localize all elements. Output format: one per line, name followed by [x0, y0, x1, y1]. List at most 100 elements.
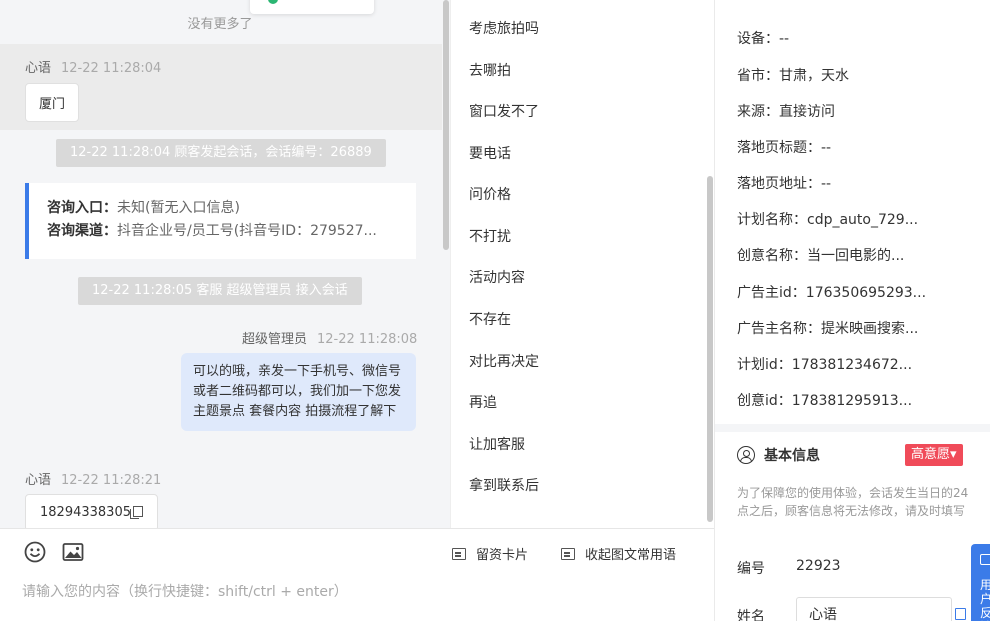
info-row-landing-title: 落地页标题：-- [737, 137, 977, 157]
info-label: 计划id： [737, 357, 792, 373]
phrase-scrollbar[interactable] [707, 176, 713, 522]
success-icon [268, 0, 278, 4]
info-label: 创意id： [737, 393, 792, 409]
info-row-source: 来源：直接访问 [737, 101, 977, 121]
info-value: -- [821, 176, 832, 192]
copy-icon[interactable] [129, 506, 143, 519]
sender-name: 心语 [25, 473, 52, 488]
phone-number: 18294338305 [40, 505, 131, 520]
basic-info-title: 基本信息 [737, 445, 820, 465]
lead-card-button[interactable]: 留资卡片 [452, 544, 528, 563]
chat-panel: 没有更多了 心语 12-22 11:28:04 厦门 12-22 11:28:04… [0, 0, 450, 528]
customer-message[interactable]: 厦门 [25, 83, 80, 122]
basic-info-label: 基本信息 [764, 448, 820, 464]
info-row-creative-name: 创意名称：当一回电影的... [737, 245, 977, 265]
info-row-advertiser-id: 广告主id：176350695293... [737, 282, 977, 302]
smile-icon[interactable] [24, 541, 46, 563]
consult-entry-card: 咨询入口：未知(暂无入口信息) 咨询渠道：抖音企业号/员工号(抖音号ID：279… [25, 183, 416, 259]
info-value: 直接访问 [779, 104, 835, 120]
customer-id-value: 22923 [796, 558, 841, 574]
no-more-hint: 没有更多了 [187, 17, 253, 32]
info-value: 甘肃，天水 [779, 68, 849, 84]
phrase-item[interactable]: 拿到联系后 [469, 475, 539, 495]
info-label: 省市： [737, 68, 779, 84]
caret-down-icon: ▾ [950, 447, 957, 462]
message-composer: 留资卡片 收起图文常用语 [0, 528, 714, 621]
message-input[interactable] [22, 579, 692, 605]
card-icon [452, 548, 466, 560]
system-message: 12-22 11:28:05 客服 超级管理员 接入会话 [78, 277, 362, 305]
info-value: 178381234672... [791, 357, 913, 373]
info-value: 178381295913... [791, 393, 913, 409]
customer-name-input[interactable] [796, 597, 952, 621]
copy-icon[interactable] [955, 608, 966, 620]
channel-value: 抖音企业号/员工号(抖音号ID：279527... [117, 223, 377, 239]
phrase-item[interactable]: 不打扰 [469, 226, 511, 246]
info-row-plan-id: 计划id：178381234672... [737, 354, 977, 374]
info-value: 176350695293... [805, 285, 927, 301]
phrase-item[interactable]: 不存在 [469, 309, 511, 329]
phrase-item[interactable]: 再追 [469, 392, 497, 412]
customer-message[interactable]: 18294338305 [25, 494, 158, 528]
info-value: 当一回电影的... [807, 248, 905, 264]
quick-phrase-list: 考虑旅拍吗 去哪拍 窗口发不了 要电话 问价格 不打扰 活动内容 不存在 对比再… [450, 0, 714, 528]
info-label: 落地页标题： [737, 140, 821, 156]
edit-notice: 为了保障您的使用体验，会话发生当日的24点之后，顾客信息将无法修改，请及时填写 [737, 486, 969, 518]
feedback-side-tab[interactable]: 用户反馈 [971, 544, 990, 621]
sender-name: 心语 [25, 61, 52, 76]
info-row-plan-name: 计划名称：cdp_auto_729... [737, 209, 977, 229]
info-value: cdp_auto_729... [807, 212, 919, 228]
intent-level-label: 高意愿 [911, 447, 951, 462]
info-value: -- [821, 140, 832, 156]
info-row-device: 设备：-- [737, 28, 977, 48]
customer-id-label: 编号 [737, 561, 765, 577]
message-time: 12-22 11:28:21 [61, 473, 162, 488]
info-label: 广告主id： [737, 285, 806, 301]
phrase-item[interactable]: 活动内容 [469, 267, 525, 287]
user-icon [737, 446, 755, 464]
info-label: 计划名称： [737, 212, 807, 228]
agent-message[interactable]: 可以的哦，亲发一下手机号、微信号或者二维码都可以，我们加一下您发主题景点 套餐内… [181, 353, 416, 431]
lead-card-label: 留资卡片 [476, 548, 529, 563]
info-value: 提米映画搜索... [821, 321, 919, 337]
intent-level-dropdown[interactable]: 高意愿▾ [905, 444, 963, 466]
section-divider [715, 424, 990, 432]
entry-value: 未知(暂无入口信息) [117, 200, 240, 216]
channel-label: 咨询渠道： [47, 223, 117, 239]
phrase-item[interactable]: 要电话 [469, 143, 511, 163]
info-label: 落地页地址： [737, 176, 821, 192]
info-row-landing-url: 落地页地址：-- [737, 173, 977, 193]
feedback-tab-label: 用户反馈 [980, 578, 990, 621]
info-row-creative-id: 创意id：178381295913... [737, 390, 977, 410]
collapse-phrases-label: 收起图文常用语 [585, 548, 677, 563]
phrase-item[interactable]: 问价格 [469, 184, 511, 204]
info-label: 广告主名称： [737, 321, 821, 337]
entry-label: 咨询入口： [47, 200, 117, 216]
info-label: 设备： [737, 31, 779, 47]
image-icon[interactable] [62, 541, 84, 563]
chat-scrollbar[interactable] [443, 0, 449, 250]
collapse-phrases-button[interactable]: 收起图文常用语 [561, 544, 676, 563]
phrase-item[interactable]: 对比再决定 [469, 351, 539, 371]
message-time: 12-22 11:28:08 [317, 332, 418, 347]
info-row-advertiser-name: 广告主名称：提米映画搜索... [737, 318, 977, 338]
sender-name: 超级管理员 [242, 332, 308, 347]
phrase-item[interactable]: 窗口发不了 [469, 101, 539, 121]
list-icon [561, 548, 575, 560]
phrase-item[interactable]: 去哪拍 [469, 60, 511, 80]
info-value: -- [779, 31, 790, 47]
message-time: 12-22 11:28:04 [61, 61, 162, 76]
customer-name-label: 姓名 [737, 609, 765, 621]
info-label: 来源： [737, 104, 779, 120]
message-meta: 超级管理员 12-22 11:28:08 [242, 328, 417, 347]
phrase-item[interactable]: 让加客服 [469, 434, 525, 454]
system-message: 12-22 11:28:04 顾客发起会话，会话编号：26889 [56, 139, 386, 167]
toast-notification [250, 0, 374, 14]
info-row-region: 省市：甘肃，天水 [737, 65, 977, 85]
phrase-item[interactable]: 考虑旅拍吗 [469, 18, 539, 38]
info-label: 创意名称： [737, 248, 807, 264]
customer-info-panel: 设备：-- 省市：甘肃，天水 来源：直接访问 落地页标题：-- 落地页地址：--… [714, 0, 990, 621]
message-meta: 心语 12-22 11:28:04 [25, 57, 161, 76]
feedback-icon [980, 554, 990, 565]
message-meta: 心语 12-22 11:28:21 [25, 469, 161, 488]
